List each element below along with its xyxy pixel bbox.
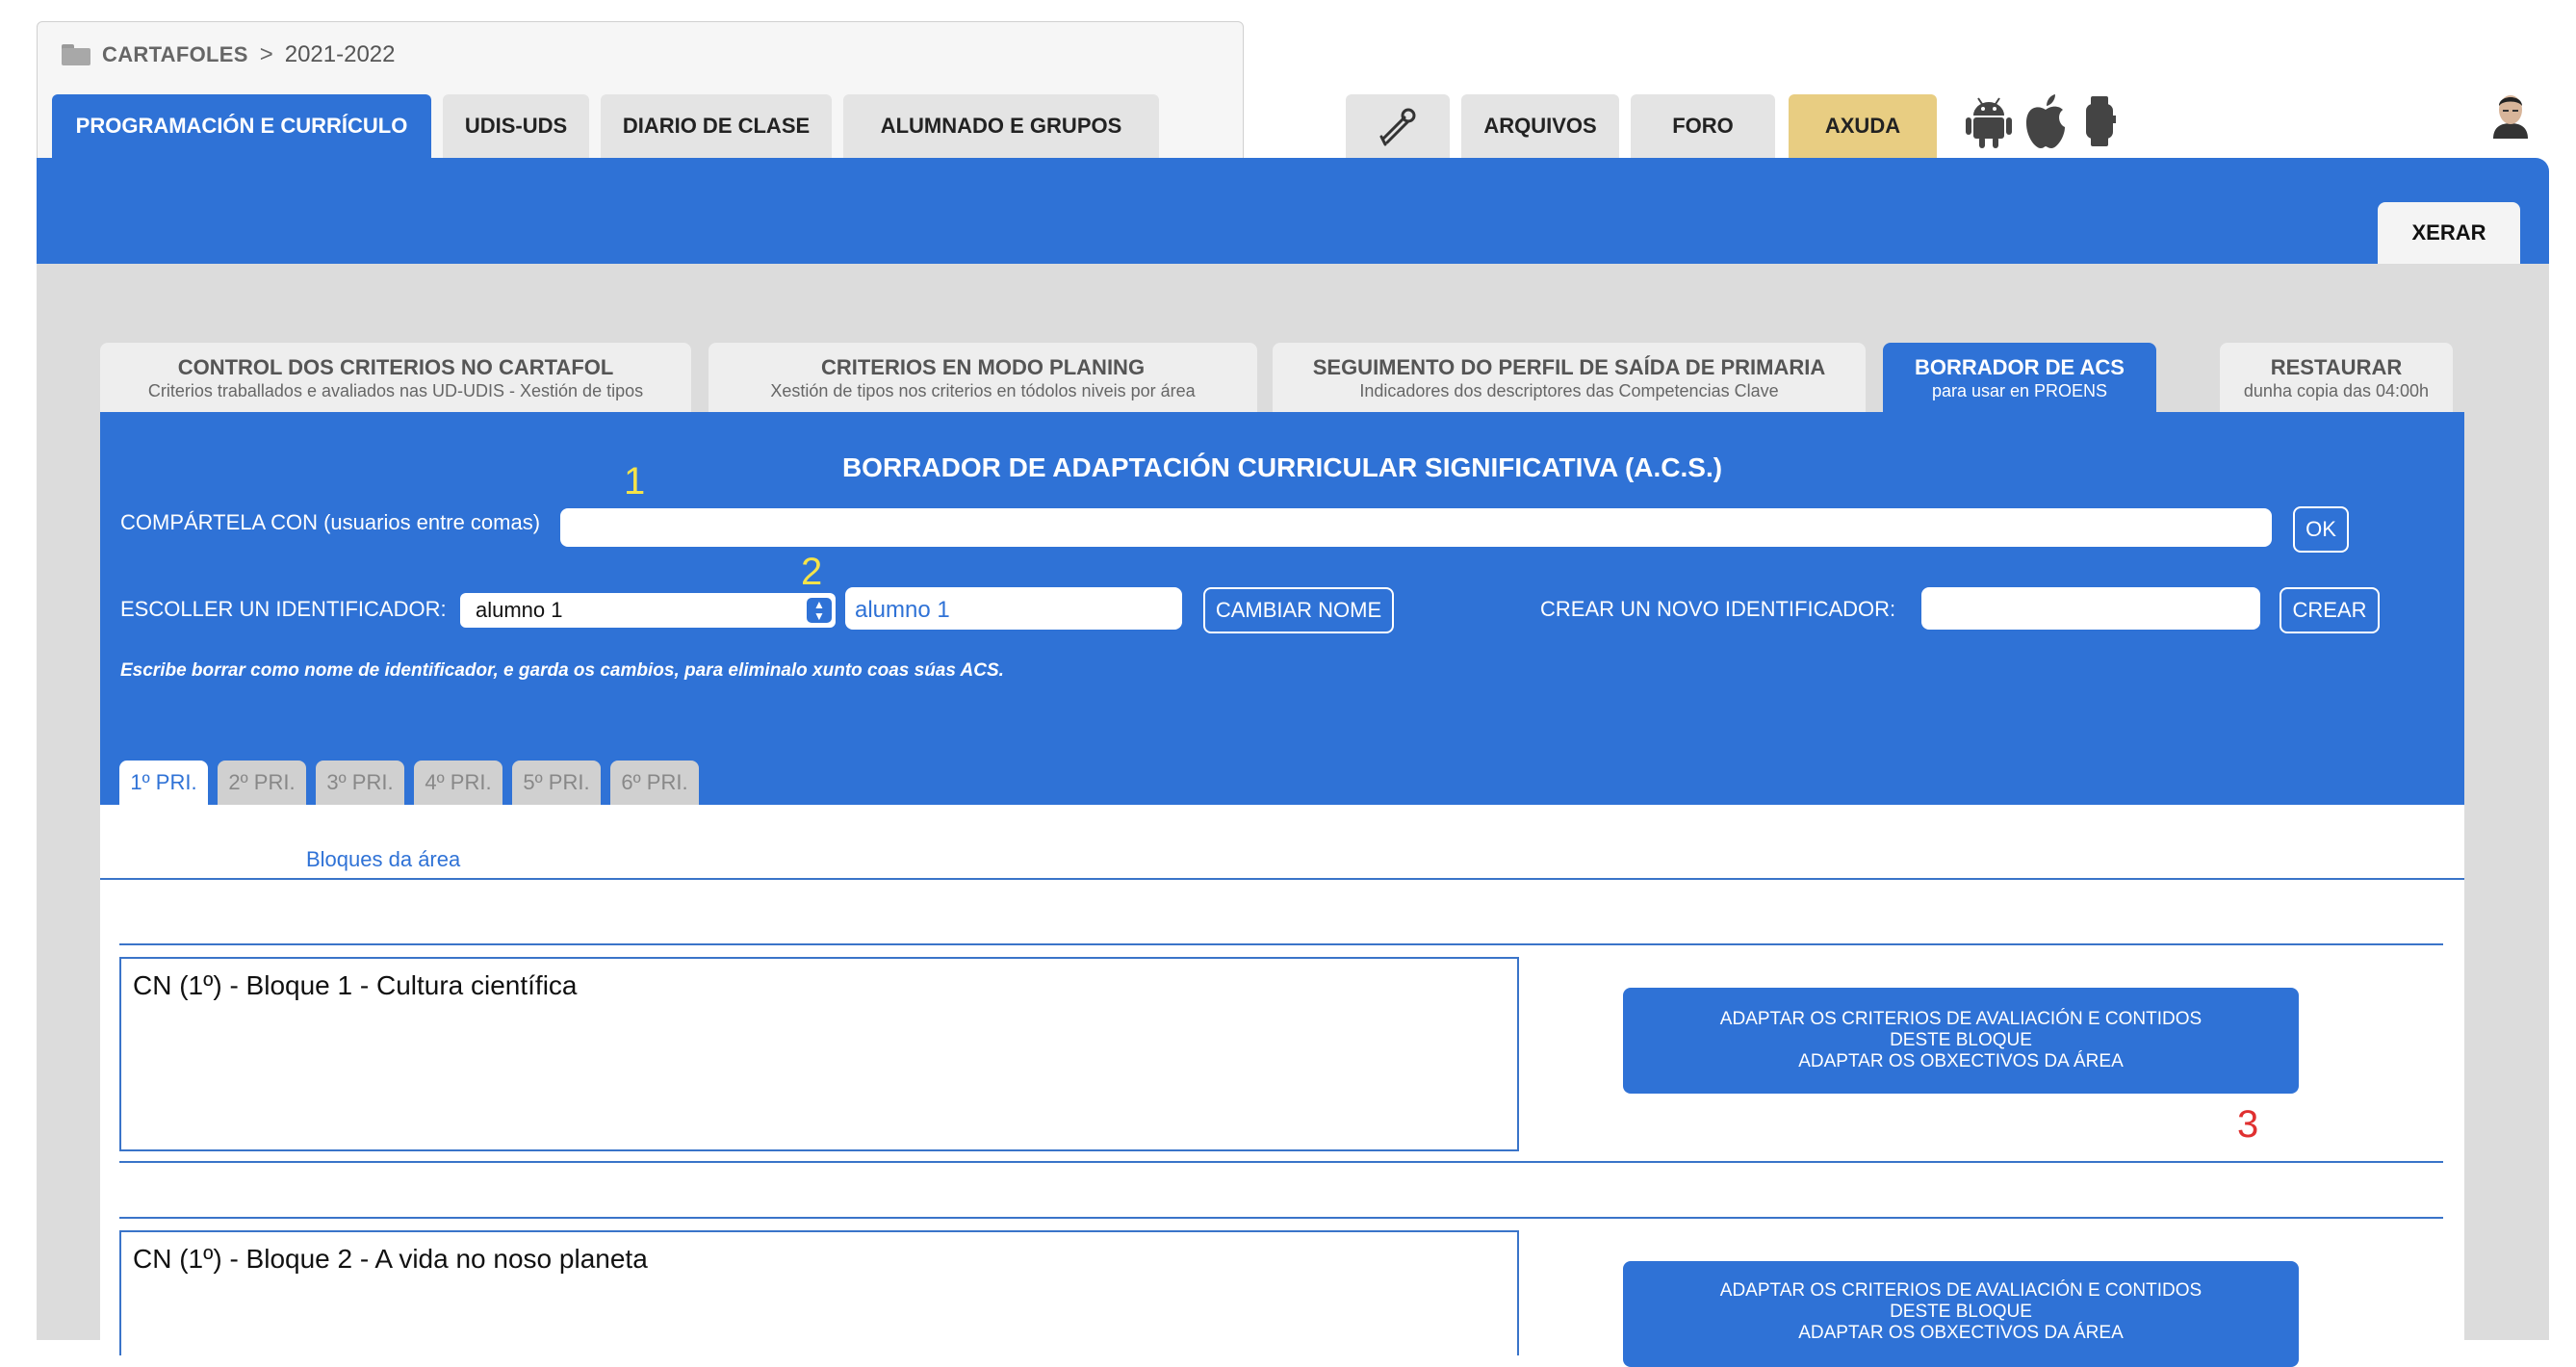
adapt-line: ADAPTAR OS CRITERIOS DE AVALIACIÓN E CON… (1719, 1009, 2202, 1029)
ok-label: OK (2306, 517, 2336, 541)
block-2-box[interactable]: CN (1º) - Bloque 2 - A vida no noso plan… (119, 1230, 1519, 1355)
xerar-button[interactable]: XERAR (2378, 202, 2520, 264)
subtab-control-criterios[interactable]: CONTROL DOS CRITERIOS NO CARTAFOL Criter… (100, 343, 691, 414)
identifier-select-value: alumno 1 (476, 598, 563, 622)
subtab-subtitle: Xestión de tipos nos criterios en tódolo… (770, 381, 1196, 400)
tab-year-1[interactable]: 1º PRI. (119, 761, 208, 805)
divider (119, 943, 2443, 945)
share-input[interactable] (560, 508, 2272, 547)
subtab-subtitle: dunha copia das 04:00h (2243, 381, 2430, 400)
adapt-line: DESTE BLOQUE (1890, 1302, 2032, 1322)
share-label: COMPÁRTELA CON (usuarios entre comas) (120, 510, 541, 534)
subtab-restaurar[interactable]: RESTAURAR dunha copia das 04:00h (2220, 343, 2453, 414)
wrench-icon (1379, 108, 1416, 146)
rename-input-value: alumno 1 (855, 597, 950, 623)
tab-alumnado-e-grupos[interactable]: ALUMNADO E GRUPOS (843, 94, 1159, 158)
subtab-title: CRITERIOS EN MODO PLANING (820, 355, 1146, 379)
subtab-borrador-acs[interactable]: BORRADOR DE ACS para usar en PROENS (1883, 343, 2156, 414)
subtab-criterios-planing[interactable]: CRITERIOS EN MODO PLANING Xestión de tip… (708, 343, 1257, 414)
breadcrumb-year: 2021-2022 (284, 41, 396, 67)
create-button[interactable]: CREAR (2280, 587, 2380, 633)
rename-input[interactable]: alumno 1 (845, 587, 1182, 630)
create-identifier-input[interactable] (1921, 587, 2260, 630)
subtab-subtitle: para usar en PROENS (1931, 381, 2108, 400)
year-tab-label: 3º PRI. (326, 770, 394, 794)
rename-button[interactable]: CAMBIAR NOME (1203, 587, 1394, 633)
tab-label: PROGRAMACIÓN E CURRÍCULO (75, 114, 408, 138)
tab-foro[interactable]: FORO (1631, 94, 1775, 158)
tools-button[interactable] (1346, 94, 1450, 158)
user-avatar-icon (2493, 95, 2528, 139)
panel-title: BORRADOR DE ADAPTACIÓN CURRICULAR SIGNIF… (841, 452, 1723, 482)
apple-icon[interactable] (2022, 92, 2070, 150)
tab-label: UDIS-UDS (464, 114, 568, 138)
watch-icon[interactable] (2083, 94, 2116, 148)
subtab-title: BORRADOR DE ACS (1915, 355, 2125, 379)
tab-label: FORO (1672, 114, 1734, 138)
subtab-seguimento-perfil[interactable]: SEGUIMENTO DO PERFIL DE SAÍDA DE PRIMARI… (1273, 343, 1866, 414)
folder-icon (62, 44, 90, 65)
blocks-heading: Bloques da área (306, 847, 461, 871)
year-tab-label: 2º PRI. (228, 770, 296, 794)
tab-year-4[interactable]: 4º PRI. (414, 761, 502, 805)
tab-arquivos[interactable]: ARQUIVOS (1461, 94, 1619, 158)
subtab-subtitle: Criterios traballados e avaliados nas UD… (147, 381, 644, 400)
block-1-box[interactable]: CN (1º) - Bloque 1 - Cultura científica (119, 957, 1519, 1151)
tab-year-6[interactable]: 6º PRI. (610, 761, 699, 805)
identifier-select[interactable]: alumno 1 ▲ ▼ (460, 593, 836, 628)
tab-year-2[interactable]: 2º PRI. (218, 761, 306, 805)
annotation-marker-1: 1 (624, 460, 646, 503)
breadcrumb: CARTAFOLES > 2021-2022 (62, 39, 396, 71)
annotation-marker-2: 2 (801, 551, 823, 593)
block-title: CN (1º) - Bloque 1 - Cultura científica (133, 970, 578, 1000)
tab-axuda[interactable]: AXUDA (1789, 94, 1937, 158)
year-tab-label: 4º PRI. (425, 770, 492, 794)
adapt-line: ADAPTAR OS OBXECTIVOS DA ÁREA (1798, 1051, 2124, 1071)
year-tab-label: 1º PRI. (130, 770, 197, 794)
divider (100, 878, 2464, 880)
android-icon[interactable] (1964, 94, 2014, 150)
subtab-title: RESTAURAR (2270, 355, 2403, 379)
tab-label: AXUDA (1824, 114, 1901, 138)
adapt-line: ADAPTAR OS CRITERIOS DE AVALIACIÓN E CON… (1719, 1280, 2202, 1301)
adapt-line: DESTE BLOQUE (1890, 1030, 2032, 1050)
tab-year-5[interactable]: 5º PRI. (512, 761, 601, 805)
divider (119, 1161, 2443, 1163)
annotation-marker-3: 3 (2237, 1103, 2259, 1146)
avatar[interactable] (2489, 89, 2532, 139)
tab-year-3[interactable]: 3º PRI. (316, 761, 404, 805)
divider (119, 1217, 2443, 1219)
tab-programacion-curriculo[interactable]: PROGRAMACIÓN E CURRÍCULO (52, 94, 431, 158)
choose-identifier-label: ESCOLLER UN IDENTIFICADOR: (120, 597, 447, 621)
create-identifier-label: CREAR UN NOVO IDENTIFICADOR: (1540, 597, 1896, 621)
rename-button-label: CAMBIAR NOME (1215, 598, 1382, 622)
subtab-subtitle: Indicadores dos descriptores das Compete… (1359, 381, 1779, 400)
year-tab-label: 5º PRI. (523, 770, 590, 794)
delete-instructions: Escribe borrar como nome de identificado… (120, 660, 1004, 681)
year-tab-label: 6º PRI. (621, 770, 688, 794)
tab-udis-uds[interactable]: UDIS-UDS (443, 94, 589, 158)
breadcrumb-root[interactable]: CARTAFOLES (102, 42, 248, 67)
tab-label: ARQUIVOS (1483, 114, 1597, 138)
subtab-title: SEGUIMENTO DO PERFIL DE SAÍDA DE PRIMARI… (1312, 355, 1826, 379)
xerar-label: XERAR (2411, 220, 2486, 245)
tab-label: ALUMNADO E GRUPOS (880, 114, 1122, 138)
create-button-label: CREAR (2292, 598, 2367, 622)
tab-label: DIARIO DE CLASE (622, 114, 811, 138)
adapt-line: ADAPTAR OS OBXECTIVOS DA ÁREA (1798, 1323, 2124, 1343)
select-arrows-icon: ▲ ▼ (807, 598, 832, 623)
adapt-block-2-button[interactable]: ADAPTAR OS CRITERIOS DE AVALIACIÓN E CON… (1623, 1261, 2299, 1367)
block-title: CN (1º) - Bloque 2 - A vida no noso plan… (133, 1244, 648, 1274)
header-banner (37, 158, 2549, 264)
tab-diario-de-clase[interactable]: DIARIO DE CLASE (601, 94, 832, 158)
breadcrumb-separator: > (259, 41, 273, 67)
share-ok-button[interactable]: OK (2293, 506, 2349, 553)
adapt-block-1-button[interactable]: ADAPTAR OS CRITERIOS DE AVALIACIÓN E CON… (1623, 988, 2299, 1094)
subtab-title: CONTROL DOS CRITERIOS NO CARTAFOL (177, 355, 614, 379)
